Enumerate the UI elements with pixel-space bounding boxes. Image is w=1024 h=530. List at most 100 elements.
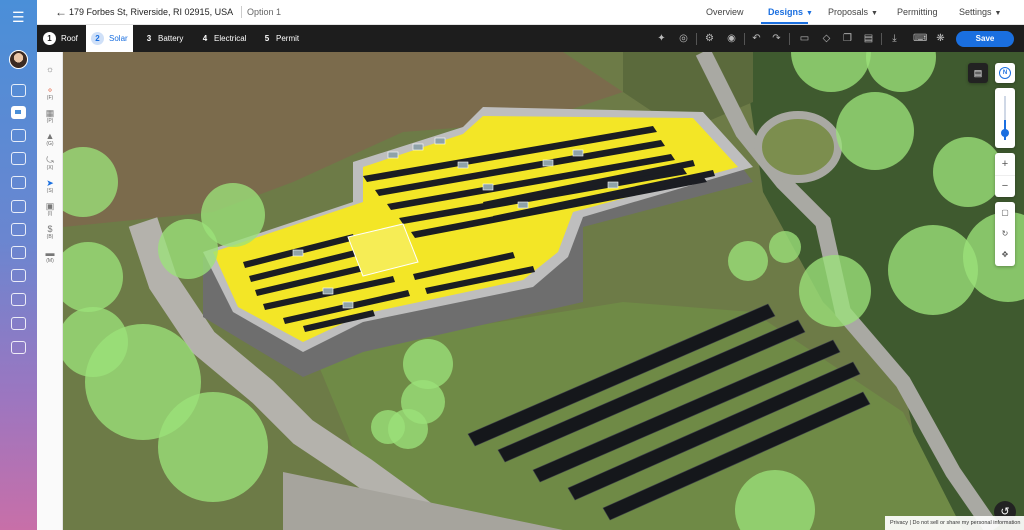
tool-count: (B) [46, 234, 54, 240]
table-icon[interactable] [11, 152, 26, 165]
step-label: Battery [158, 34, 184, 43]
app-root: ☰ ← 179 Forbes St, Riverside, RI 02915, … [0, 0, 1024, 530]
step-number: 4 [202, 34, 208, 43]
fence-icon: ▦ [45, 108, 55, 118]
compass-button[interactable]: N [995, 63, 1015, 83]
zoom-out-icon[interactable]: − [995, 175, 1015, 196]
chimney-icon: ▲ [45, 131, 55, 141]
map-canvas[interactable]: ▤ N + − ▢ ↻ ✥ [63, 52, 1024, 530]
tool-sun[interactable]: ☼ [37, 64, 63, 74]
nav-proposals[interactable]: Proposals ▼ [828, 7, 878, 17]
tool-wire[interactable]: ⤿ (X) [37, 155, 63, 172]
trash-icon[interactable]: ▭ [799, 33, 810, 44]
image-icon: ▣ [45, 201, 55, 211]
tool-count: (G) [46, 141, 54, 147]
gear-icon[interactable]: ⚙ [704, 33, 715, 44]
fit-view-icon[interactable]: ▢ [995, 202, 1015, 223]
analytics-icon[interactable] [11, 129, 26, 142]
step-battery[interactable]: 3 Battery [145, 30, 184, 47]
sun-icon: ☼ [45, 64, 55, 74]
active-tab-indicator [761, 22, 808, 24]
step-permit[interactable]: 5 Permit [263, 30, 299, 47]
redo-icon[interactable]: ↷ [771, 33, 782, 44]
step-label: Roof [61, 34, 78, 43]
tool-count: (I) [47, 211, 53, 217]
tool-count: (S) [46, 188, 54, 194]
document-icon[interactable] [11, 269, 26, 282]
tool-select[interactable]: ➤ (S) [37, 178, 63, 195]
header-divider [241, 6, 242, 18]
target-icon[interactable]: ◎ [678, 33, 689, 44]
projects-icon[interactable] [11, 106, 26, 119]
magic-wand-icon[interactable]: ✦ [656, 33, 667, 44]
circle-icon: ⚬ [46, 85, 54, 95]
tool-chimney[interactable]: ▲ (G) [37, 131, 63, 148]
list-icon[interactable] [11, 84, 26, 97]
toolbar-divider [789, 33, 790, 45]
chart-icon[interactable] [11, 293, 26, 306]
hvac-unit [607, 181, 619, 189]
tree [371, 410, 405, 444]
tool-cost[interactable]: $ (B) [37, 224, 63, 241]
keyboard-icon[interactable]: ⌨ [913, 33, 927, 44]
nav-settings[interactable]: Settings ▼ [959, 7, 1001, 17]
step-label: Permit [276, 34, 300, 43]
settings-cog-icon[interactable]: ❋ [935, 33, 946, 44]
step-solar[interactable]: 2 Solar [86, 25, 133, 52]
tree [158, 392, 268, 502]
hvac-unit [342, 301, 354, 309]
pan-icon[interactable]: ✥ [995, 244, 1015, 265]
tree [836, 92, 914, 170]
toolbar-divider [744, 33, 745, 45]
back-arrow-icon[interactable]: ← [55, 5, 67, 19]
nav-permitting[interactable]: Permitting [897, 7, 938, 17]
clipboard-icon[interactable] [11, 317, 26, 330]
nav-designs[interactable]: Designs ▼ [768, 7, 813, 17]
avatar[interactable] [9, 50, 28, 69]
step-electrical[interactable]: 4 Electrical [201, 30, 247, 47]
slider-handle[interactable] [1001, 128, 1009, 137]
rotate-icon[interactable]: ↻ [995, 223, 1015, 244]
save-button[interactable]: Save [956, 31, 1014, 47]
layers-button[interactable]: ▤ [968, 63, 988, 83]
tool-measure[interactable]: ▬ (M) [37, 248, 63, 265]
folder-icon[interactable] [11, 246, 26, 259]
chevron-down-icon: ▼ [871, 10, 878, 17]
step-roof[interactable]: 1 Roof [43, 30, 78, 47]
step-label: Electrical [214, 34, 247, 43]
download-icon[interactable]: ⤓ [889, 33, 900, 44]
undo-icon[interactable]: ↶ [751, 33, 762, 44]
tool-image[interactable]: ▣ (I) [37, 201, 63, 218]
option-label[interactable]: Option 1 [247, 7, 281, 17]
tree [728, 241, 768, 281]
hvac-unit [517, 201, 529, 209]
toolbar-divider [881, 33, 882, 45]
logout-icon[interactable] [11, 341, 26, 354]
hvac-unit [387, 151, 399, 159]
hvac-unit [434, 137, 446, 145]
tool-count: (X) [46, 165, 54, 171]
top-header: ← 179 Forbes St, Riverside, RI 02915, US… [37, 0, 1024, 25]
tool-obstruction[interactable]: ⚬ (F) [37, 85, 63, 102]
align-icon[interactable]: ▤ [863, 33, 874, 44]
cube-icon[interactable]: ◇ [821, 33, 832, 44]
inbox-icon[interactable] [11, 223, 26, 236]
privacy-footer[interactable]: Privacy | Do not sell or share my person… [885, 516, 1024, 530]
project-address: 179 Forbes St, Riverside, RI 02915, USA [69, 7, 234, 17]
copy-icon[interactable]: ❐ [842, 33, 853, 44]
eye-icon[interactable]: ◉ [726, 33, 737, 44]
tool-count: (P) [46, 118, 54, 124]
tree [769, 231, 801, 263]
contacts-icon[interactable] [11, 200, 26, 213]
design-toolbar: 1 Roof 2 Solar 3 Battery 4 Electrical 5 … [37, 25, 1024, 52]
tool-fence[interactable]: ▦ (P) [37, 108, 63, 125]
roundabout [754, 111, 842, 183]
building-icon[interactable] [11, 176, 26, 189]
aerial-scene[interactable] [63, 52, 1024, 530]
zoom-in-icon[interactable]: + [995, 153, 1015, 175]
menu-icon[interactable]: ☰ [12, 10, 25, 24]
hvac-unit [572, 149, 584, 157]
nav-overview[interactable]: Overview [706, 7, 744, 17]
hvac-unit [322, 287, 334, 295]
tilt-slider[interactable] [995, 88, 1015, 148]
